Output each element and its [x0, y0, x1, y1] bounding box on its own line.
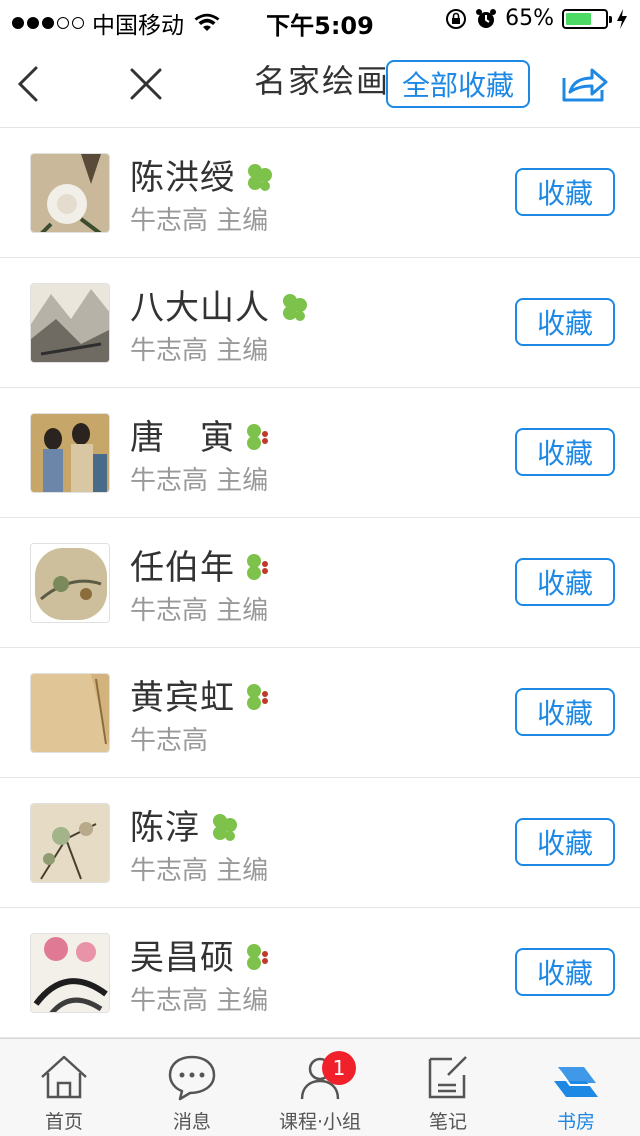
- editor-text: 牛志高 主编: [130, 336, 269, 366]
- painter-name-text: 吴昌硕: [130, 938, 235, 978]
- list-item[interactable]: 陈淳 牛志高 主编 收藏: [0, 778, 640, 908]
- list-item[interactable]: 唐 寅 牛志高 主编 收藏: [0, 388, 640, 518]
- editor-text: 牛志高: [130, 726, 209, 756]
- painting-thumbnail: [30, 803, 110, 883]
- notification-badge: 1: [322, 1051, 356, 1085]
- leaf-icon: [247, 943, 268, 970]
- painter-list: 陈洪绶 牛志高 主编 收藏 八大山人 牛志高 主编 收藏 唐 寅 牛志高 主编 …: [0, 128, 640, 1038]
- books-icon: [554, 1067, 598, 1097]
- orientation-lock-icon: [446, 8, 467, 29]
- painter-name-text: 八大山人: [130, 288, 270, 328]
- leaf-icon: [247, 553, 268, 580]
- favorite-button[interactable]: 收藏: [515, 948, 615, 996]
- painter-name: 八大山人: [130, 280, 310, 329]
- list-item[interactable]: 任伯年 牛志高 主编 收藏: [0, 518, 640, 648]
- editor-text: 牛志高 主编: [130, 856, 269, 886]
- tab-label: 笔记: [428, 1111, 467, 1133]
- clover-icon: [213, 813, 237, 841]
- share-icon[interactable]: [560, 64, 608, 104]
- painter-name-text: 黄宾虹: [130, 678, 235, 718]
- battery-icon: [562, 8, 612, 29]
- painting-thumbnail: [30, 283, 110, 363]
- editor-text: 牛志高 主编: [130, 466, 269, 496]
- home-icon: [41, 1055, 87, 1099]
- painter-name: 陈洪绶: [130, 150, 275, 199]
- painter-name-text: 陈洪绶: [130, 158, 235, 198]
- tab-notes[interactable]: 笔记: [384, 1039, 512, 1136]
- close-icon[interactable]: [128, 64, 164, 104]
- editor-text: 牛志高 主编: [130, 596, 269, 626]
- editor-text: 牛志高 主编: [130, 986, 269, 1016]
- favorite-button[interactable]: 收藏: [515, 558, 615, 606]
- tab-bar: 首页 消息 课程·小组 1 笔记 书房: [0, 1038, 640, 1136]
- painter-name-text: 唐 寅: [130, 418, 235, 458]
- painting-thumbnail: [30, 673, 110, 753]
- tab-label: 书房: [556, 1111, 595, 1133]
- list-item[interactable]: 八大山人 牛志高 主编 收藏: [0, 258, 640, 388]
- chat-icon: [168, 1055, 216, 1101]
- editor-text: 牛志高 主编: [130, 206, 269, 236]
- tab-messages[interactable]: 消息: [128, 1039, 256, 1136]
- battery-percent: 65%: [505, 6, 554, 31]
- note-icon: [428, 1056, 467, 1099]
- tab-study[interactable]: 书房: [512, 1039, 640, 1136]
- favorite-all-button[interactable]: 全部收藏: [386, 60, 530, 108]
- painting-thumbnail: [30, 543, 110, 623]
- painter-name-text: 任伯年: [130, 548, 235, 588]
- list-item[interactable]: 陈洪绶 牛志高 主编 收藏: [0, 128, 640, 258]
- favorite-button[interactable]: 收藏: [515, 428, 615, 476]
- alarm-icon: [476, 8, 497, 28]
- clover-icon: [248, 163, 272, 191]
- tab-courses-groups[interactable]: 课程·小组 1: [256, 1039, 384, 1136]
- painter-name: 黄宾虹: [130, 670, 275, 719]
- status-bar: 中国移动 下午5:09 65%: [0, 0, 640, 40]
- list-item[interactable]: 吴昌硕 牛志高 主编 收藏: [0, 908, 640, 1038]
- painting-thumbnail: [30, 933, 110, 1013]
- painting-thumbnail: [30, 153, 110, 233]
- painter-name: 任伯年: [130, 540, 275, 589]
- leaf-icon: [247, 683, 268, 710]
- favorite-button[interactable]: 收藏: [515, 168, 615, 216]
- clover-icon: [283, 293, 307, 321]
- painter-name-text: 陈淳: [130, 808, 200, 848]
- favorite-button[interactable]: 收藏: [515, 298, 615, 346]
- tab-label: 首页: [44, 1111, 83, 1133]
- tab-home[interactable]: 首页: [0, 1039, 128, 1136]
- painting-thumbnail: [30, 413, 110, 493]
- painter-name: 陈淳: [130, 800, 240, 849]
- nav-bar: 名家绘画 全部收藏: [0, 40, 640, 128]
- status-right: 65%: [445, 6, 628, 31]
- favorite-button[interactable]: 收藏: [515, 818, 615, 866]
- tab-label: 课程·小组: [278, 1111, 362, 1133]
- page-title: 名家绘画: [254, 62, 391, 100]
- back-icon[interactable]: [14, 62, 44, 106]
- tab-label: 消息: [172, 1111, 211, 1133]
- charging-icon: [617, 8, 627, 29]
- painter-name: 吴昌硕: [130, 930, 275, 979]
- painter-name: 唐 寅: [130, 410, 275, 459]
- list-item[interactable]: 黄宾虹 牛志高 收藏: [0, 648, 640, 778]
- favorite-button[interactable]: 收藏: [515, 688, 615, 736]
- battery-fill: [566, 12, 591, 25]
- leaf-icon: [247, 423, 268, 450]
